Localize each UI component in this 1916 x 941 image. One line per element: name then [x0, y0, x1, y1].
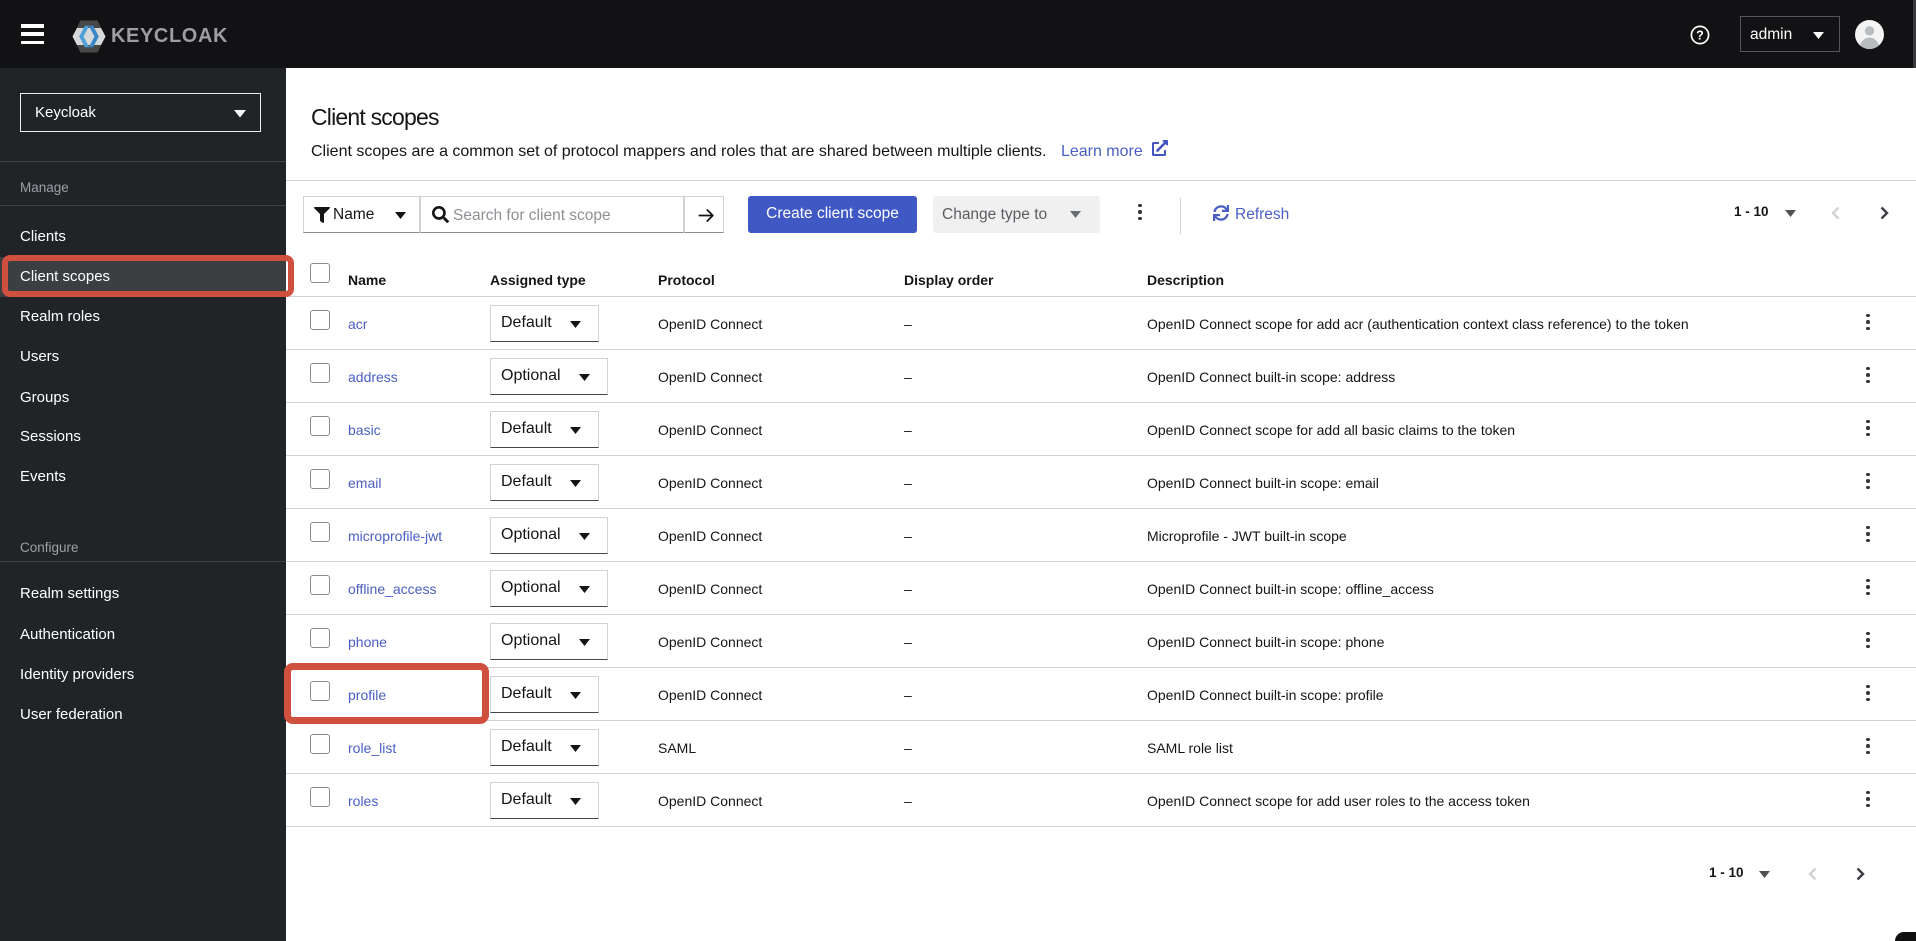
svg-text:?: ? [1696, 28, 1704, 42]
